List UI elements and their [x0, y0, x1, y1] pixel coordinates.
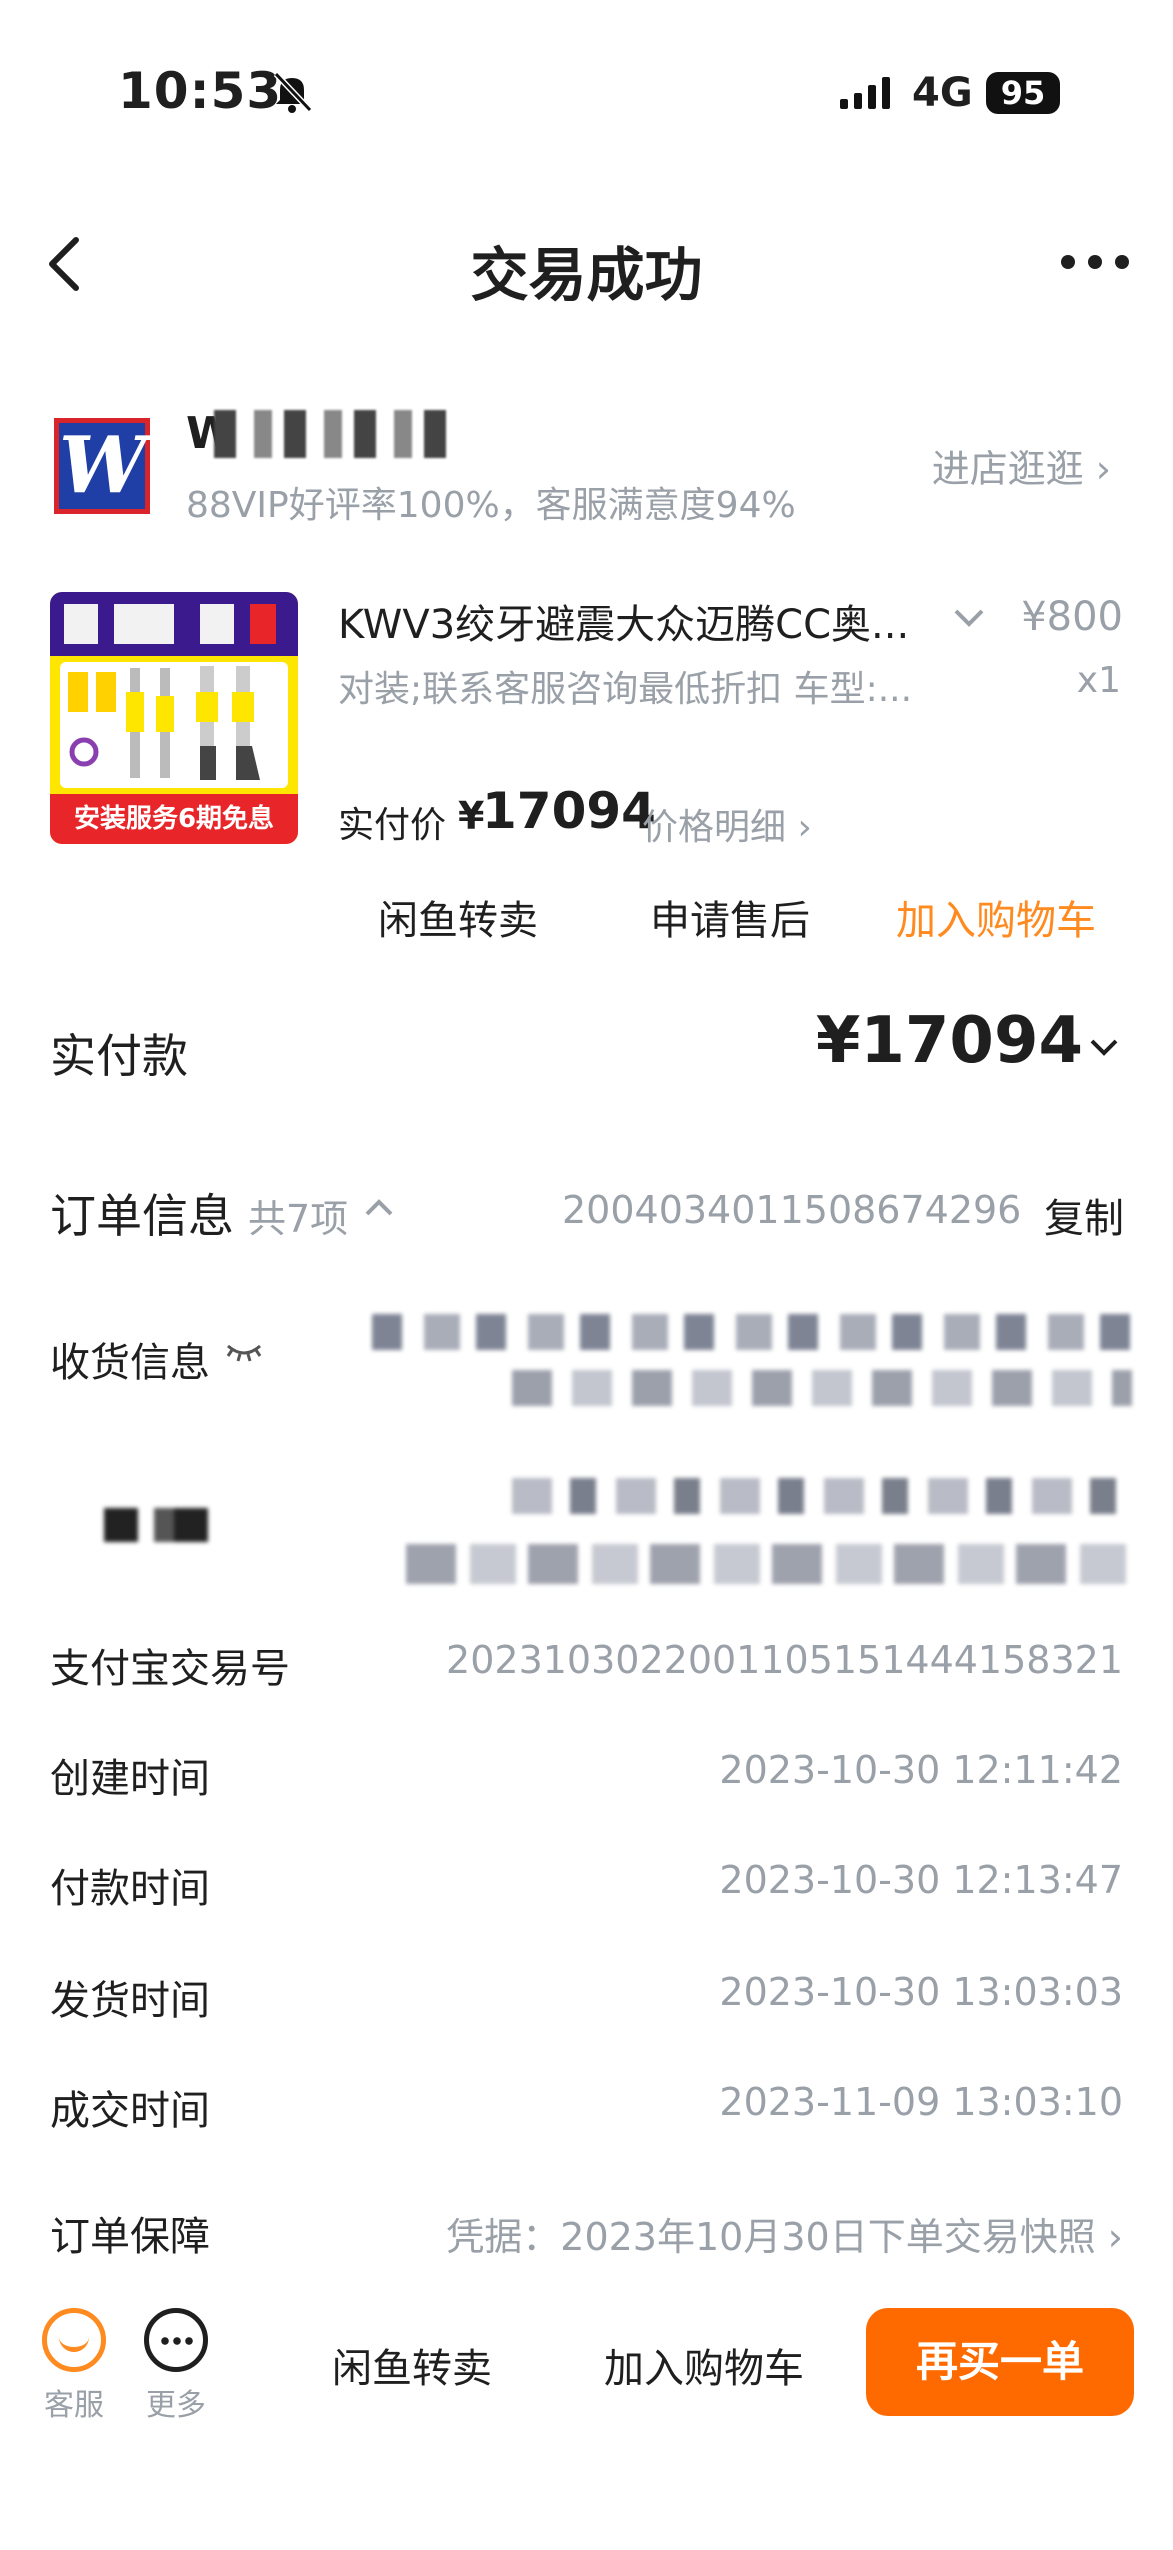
- price-detail-label: 价格明细: [642, 807, 787, 848]
- shop-logo[interactable]: W: [54, 418, 150, 514]
- order-number: 2004034011508674296: [562, 1188, 1022, 1232]
- chevron-down-icon[interactable]: [952, 606, 986, 630]
- order-guarantee-value: 凭据：2023年10月30日下单交易快照: [446, 2215, 1096, 2259]
- closed-time-label: 成交时间: [50, 2088, 210, 2134]
- page-title: 交易成功: [470, 241, 703, 309]
- customer-service-label[interactable]: 客服: [44, 2380, 104, 2424]
- signal-icon: [840, 77, 890, 109]
- price-detail-link[interactable]: 价格明细 ›: [642, 798, 812, 850]
- shipped-time-label: 发货时间: [50, 1978, 210, 2024]
- address-redacted: [512, 1370, 1132, 1406]
- bell-mute-icon: [273, 71, 313, 113]
- buy-again-button[interactable]: 再买一单: [866, 2308, 1134, 2416]
- add-cart-button[interactable]: 加入购物车: [896, 888, 1096, 946]
- after-sale-button[interactable]: 申请售后: [650, 888, 810, 946]
- shipped-time-value: 2023-10-30 13:03:03: [719, 1970, 1123, 2014]
- more-icon[interactable]: [1060, 252, 1130, 272]
- bottom-resell-button[interactable]: 闲鱼转卖: [332, 2336, 492, 2394]
- copy-button[interactable]: 复制: [1044, 1186, 1124, 1244]
- order-info-count[interactable]: 共7项: [248, 1188, 348, 1243]
- status-time: 10:53: [118, 62, 283, 120]
- order-guarantee-label: 订单保障: [50, 2214, 210, 2260]
- address-redacted: [372, 1314, 1138, 1350]
- more-label[interactable]: 更多: [146, 2380, 206, 2424]
- product-quantity: x1: [1076, 660, 1121, 701]
- total-value[interactable]: ¥17094: [816, 1004, 1083, 1078]
- bottom-add-cart-button[interactable]: 加入购物车: [604, 2336, 804, 2394]
- alipay-trade-no-value: 2023103022001105151444158321: [446, 1638, 1123, 1682]
- coilover-illustration: [68, 666, 260, 780]
- shop-rating: 88VIP好评率100%，客服满意度94%: [186, 485, 796, 526]
- chevron-right-icon: ›: [797, 807, 812, 848]
- resell-button[interactable]: 闲鱼转卖: [378, 888, 538, 946]
- paid-price-value: 17094: [482, 782, 656, 840]
- chevron-down-icon[interactable]: [1088, 1036, 1120, 1058]
- shop-name-redacted: [214, 410, 454, 458]
- paid-time-label: 付款时间: [50, 1866, 210, 1912]
- field-value-redacted: [406, 1544, 1136, 1584]
- network-type: 4G: [912, 70, 973, 116]
- battery-level: 95: [986, 72, 1060, 114]
- more-dots: [159, 2337, 195, 2345]
- product-image[interactable]: 安装服务6期免息: [50, 592, 298, 844]
- product-image-parts: [60, 662, 288, 788]
- product-title[interactable]: KWV3绞牙避震大众迈腾CC奥...: [338, 592, 909, 650]
- chevron-right-icon: ›: [1095, 447, 1111, 491]
- product-image-header: [50, 592, 298, 656]
- order-info-title: 订单信息: [50, 1189, 234, 1243]
- created-time-value: 2023-10-30 12:11:42: [719, 1748, 1123, 1792]
- product-price: ¥800: [1021, 594, 1123, 640]
- created-time-label: 创建时间: [50, 1756, 210, 1802]
- customer-service-icon[interactable]: [42, 2308, 106, 2372]
- closed-time-value: 2023-11-09 13:03:10: [719, 2080, 1123, 2124]
- paid-price-currency: ¥: [458, 794, 485, 838]
- product-spec: 对装;联系客服咨询最低折扣 车型:...: [338, 669, 913, 710]
- shop-logo-letter: W: [59, 420, 147, 511]
- more-circle-icon[interactable]: [144, 2308, 208, 2372]
- paid-price-label: 实付价: [338, 805, 447, 846]
- receive-info-label: 收货信息: [50, 1340, 210, 1386]
- order-detail-page: 10:53 4G 95 交易成功 W W 88VIP好评率100%，客服满意度9…: [0, 0, 1173, 2550]
- paid-time-value: 2023-10-30 12:13:47: [719, 1858, 1123, 1902]
- field-value-redacted: [492, 1478, 1132, 1514]
- enter-shop-link[interactable]: 进店逛逛 ›: [932, 438, 1111, 493]
- order-guarantee-link[interactable]: 凭据：2023年10月30日下单交易快照 ›: [446, 2206, 1123, 2261]
- enter-shop-label: 进店逛逛: [931, 447, 1084, 491]
- total-label: 实付款: [50, 1029, 188, 1083]
- eye-closed-icon[interactable]: [224, 1340, 264, 1364]
- chevron-up-icon[interactable]: [364, 1198, 394, 1218]
- field-label-redacted: [104, 1508, 214, 1542]
- alipay-trade-no-label: 支付宝交易号: [50, 1646, 290, 1692]
- chevron-right-icon: ›: [1107, 2215, 1123, 2259]
- product-image-banner: 安装服务6期免息: [50, 794, 298, 844]
